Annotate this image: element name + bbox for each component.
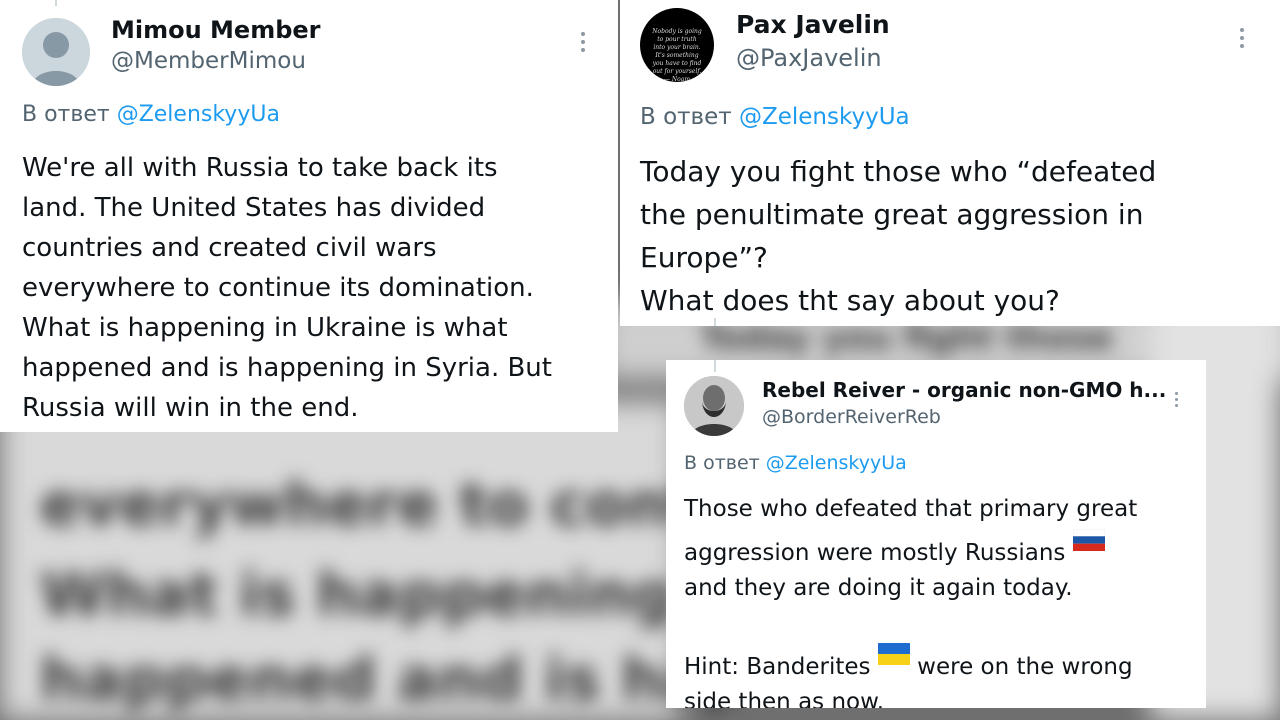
author-name[interactable]: Rebel Reiver - organic non-GMO h... [762,378,1166,402]
tweet-line: Those who defeated that primary great [684,496,1138,522]
tweet-line-text: were on the wrong [917,654,1133,680]
thread-line [714,360,716,372]
russia-flag-icon [1072,527,1105,562]
more-options-icon[interactable] [1175,392,1178,410]
author-name[interactable]: Mimou Member [111,16,321,44]
portrait-icon [684,376,744,436]
reply-prefix: В ответ [684,452,760,474]
author-handle[interactable]: @BorderReiverReb [762,406,941,428]
tweet-text: Today you fight those who “defeated the … [640,155,1157,317]
author-name[interactable]: Pax Javelin [736,10,890,39]
reply-to-line: В ответ @ZelenskyyUa [22,102,280,127]
tweet-line: and they are doing it again today. [684,575,1073,601]
reply-mention-link[interactable]: @ZelenskyyUa [766,452,907,474]
tweet-line-text: aggression were mostly Russians [684,540,1066,566]
pax-avatar[interactable]: Nobody is going to pour truth into your … [640,8,714,82]
tweet-line: aggression were mostly Russians [684,527,1194,571]
thread-line [55,0,57,6]
more-options-icon[interactable] [1240,28,1244,52]
tweet-card-pax[interactable]: Nobody is going to pour truth into your … [620,0,1280,326]
reply-to-line: В ответ @ZelenskyyUa [684,452,907,474]
tweet-line: Hint: Banderites were on the wrong [684,641,1194,685]
avatar-quote: Nobody is going to pour truth into your … [652,28,702,82]
reply-to-line: В ответ @ZelenskyyUa [640,104,910,130]
tweet-line-text: Hint: Banderites [684,654,871,680]
tweet-line: side then as now. [684,689,885,708]
tweet-text: We're all with Russia to take back its l… [22,153,552,423]
reply-mention-link[interactable]: @ZelenskyyUa [739,104,910,130]
tweet-card-mimou[interactable]: Mimou Member @MemberMimou В ответ @Zelen… [0,0,618,432]
reply-prefix: В ответ [640,104,732,130]
default-avatar[interactable] [22,18,90,86]
more-options-icon[interactable] [581,32,585,56]
author-handle[interactable]: @PaxJavelin [736,44,882,72]
person-silhouette-icon [22,18,90,86]
tweet-card-rebel[interactable]: Rebel Reiver - organic non-GMO h... @Bor… [666,360,1206,708]
tweet-text: Those who defeated that primary great ag… [684,492,1194,708]
reply-prefix: В ответ [22,102,110,127]
rebel-avatar[interactable] [684,376,744,436]
reply-mention-link[interactable]: @ZelenskyyUa [117,102,280,127]
ukraine-flag-icon [877,641,910,676]
author-handle[interactable]: @MemberMimou [111,48,306,74]
thread-line [714,318,716,326]
